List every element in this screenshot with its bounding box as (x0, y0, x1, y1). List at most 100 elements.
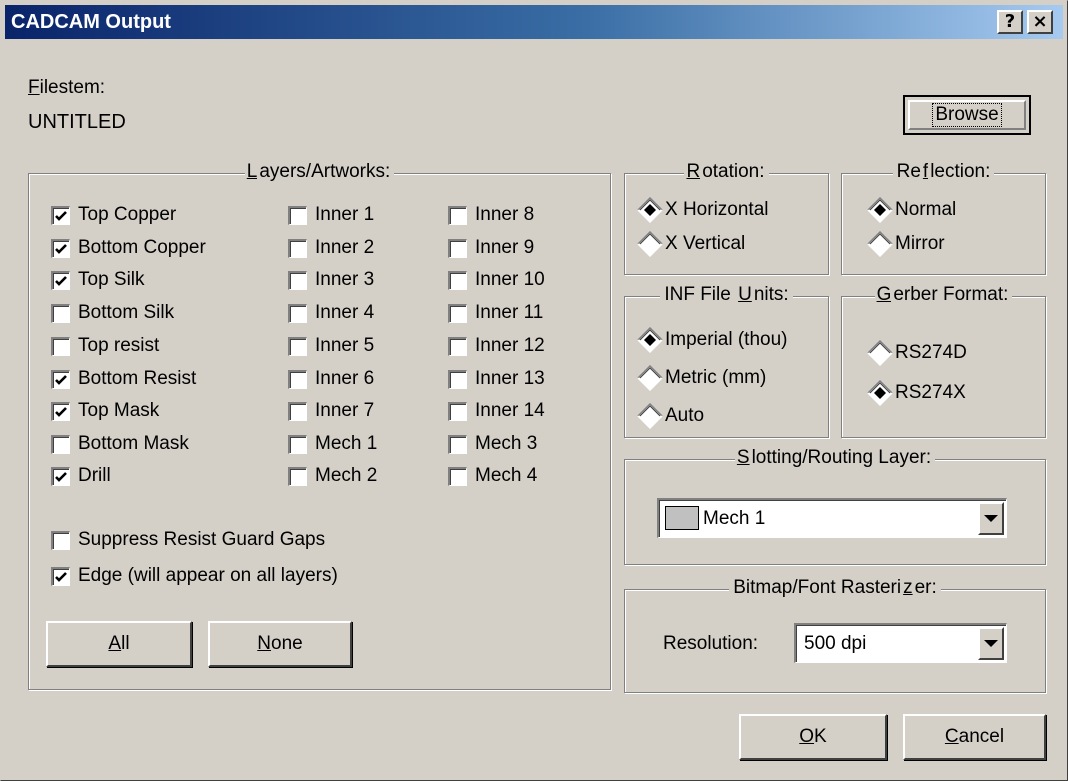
checkbox-box[interactable] (288, 303, 307, 323)
layer-checkbox-inner-8[interactable]: Inner 8 (448, 204, 534, 226)
layer-checkbox-inner-11[interactable]: Inner 11 (448, 302, 543, 324)
close-button[interactable]: × (1027, 10, 1053, 34)
checkbox-box[interactable] (288, 369, 307, 389)
checkbox-box[interactable] (51, 401, 70, 421)
checkbox-box[interactable] (448, 270, 467, 290)
checkbox-box[interactable] (288, 205, 307, 225)
layer-checkbox-inner-1[interactable]: Inner 1 (288, 204, 374, 226)
layer-checkbox-inner-13[interactable]: Inner 13 (448, 368, 545, 390)
checkbox-box[interactable] (448, 238, 467, 258)
radio-diamond-icon[interactable] (867, 197, 893, 223)
layer-checkbox-bottom-copper[interactable]: Bottom Copper (51, 237, 206, 259)
inf-file-units-group-title: INF File Units: (625, 284, 828, 306)
suppress-resist-guard-gaps-checkbox[interactable]: Suppress Resist Guard Gaps (51, 529, 325, 551)
ok-button[interactable]: OK (739, 714, 887, 760)
radio-diamond-icon[interactable] (637, 327, 663, 353)
checkbox-box[interactable] (448, 369, 467, 389)
layer-checkbox-inner-6[interactable]: Inner 6 (288, 368, 374, 390)
cancel-button[interactable]: Cancel (903, 714, 1046, 760)
checkbox-box[interactable] (51, 369, 70, 389)
radio-label: RS274D (895, 342, 967, 363)
rotation-radio-x-horizontal[interactable]: X Horizontal (637, 197, 769, 223)
layer-checkbox-bottom-mask[interactable]: Bottom Mask (51, 433, 189, 455)
checkbox-box[interactable] (51, 238, 70, 258)
checkbox-box[interactable] (51, 205, 70, 225)
checkbox-box[interactable] (448, 434, 467, 454)
checkbox-box[interactable] (288, 270, 307, 290)
checkbox-box[interactable] (51, 303, 70, 323)
layer-checkbox-mech-4[interactable]: Mech 4 (448, 465, 537, 487)
all-button[interactable]: All (46, 621, 192, 667)
layer-checkbox-drill[interactable]: Drill (51, 465, 111, 487)
layer-checkbox-inner-3[interactable]: Inner 3 (288, 269, 374, 291)
gerber-radio-rs274d[interactable]: RS274D (867, 340, 967, 366)
slotting-routing-group-title: Slotting/Routing Layer: (625, 447, 1045, 469)
checkbox-box[interactable] (448, 401, 467, 421)
resolution-select[interactable]: 500 dpi (794, 623, 1007, 663)
checkbox-box[interactable] (51, 270, 70, 290)
layer-checkbox-inner-4[interactable]: Inner 4 (288, 302, 374, 324)
radio-diamond-icon[interactable] (637, 365, 663, 391)
help-button[interactable]: ? (997, 10, 1023, 34)
radio-diamond-icon[interactable] (637, 197, 663, 223)
radio-diamond-icon[interactable] (637, 231, 663, 257)
radio-label: Imperial (thou) (665, 329, 788, 350)
browse-button[interactable]: Browse (903, 95, 1031, 135)
checkbox-box[interactable] (288, 336, 307, 356)
gerber-radio-rs274x[interactable]: RS274X (867, 380, 966, 406)
layer-checkbox-bottom-resist[interactable]: Bottom Resist (51, 368, 196, 390)
checkbox-box[interactable] (448, 303, 467, 323)
layer-checkbox-top-silk[interactable]: Top Silk (51, 269, 145, 291)
layer-checkbox-inner-9[interactable]: Inner 9 (448, 237, 534, 259)
slotting-layer-select[interactable]: Mech 1 (657, 498, 1007, 538)
layer-checkbox-top-mask[interactable]: Top Mask (51, 400, 159, 422)
inf-units-radio-imperial-thou[interactable]: Imperial (thou) (637, 327, 788, 353)
checkbox-label: Inner 9 (475, 237, 535, 258)
checkbox-box[interactable] (51, 336, 70, 356)
chevron-down-icon[interactable] (978, 502, 1004, 535)
layer-checkbox-inner-7[interactable]: Inner 7 (288, 400, 374, 422)
checkbox-box[interactable] (448, 336, 467, 356)
layer-checkbox-inner-5[interactable]: Inner 5 (288, 335, 374, 357)
checkbox-label: Inner 7 (315, 400, 375, 421)
checkbox-box[interactable] (288, 238, 307, 258)
ok-label: OK (799, 726, 827, 747)
radio-diamond-icon[interactable] (867, 231, 893, 257)
radio-diamond-icon[interactable] (637, 403, 663, 429)
layer-checkbox-inner-2[interactable]: Inner 2 (288, 237, 374, 259)
checkbox-box[interactable] (51, 566, 70, 586)
layer-checkbox-inner-12[interactable]: Inner 12 (448, 335, 545, 357)
layer-checkbox-inner-14[interactable]: Inner 14 (448, 400, 545, 422)
checkbox-box[interactable] (51, 466, 70, 486)
layer-checkbox-top-copper[interactable]: Top Copper (51, 204, 176, 226)
layer-checkbox-bottom-silk[interactable]: Bottom Silk (51, 302, 174, 324)
checkbox-label: Suppress Resist Guard Gaps (78, 529, 326, 550)
edge-checkbox[interactable]: Edge (will appear on all layers) (51, 565, 338, 587)
layer-checkbox-mech-1[interactable]: Mech 1 (288, 433, 377, 455)
checkbox-box[interactable] (51, 530, 70, 550)
bitmap-font-rasterizer-group-title: Bitmap/Font Rasteri z er: (625, 577, 1045, 599)
layer-checkbox-top-resist[interactable]: Top resist (51, 335, 159, 357)
radio-label: Mirror (895, 233, 945, 254)
title-bar[interactable]: CADCAM Output ? × (5, 5, 1063, 39)
none-button[interactable]: None (208, 621, 352, 667)
rotation-radio-x-vertical[interactable]: X Vertical (637, 231, 745, 257)
checkbox-box[interactable] (288, 401, 307, 421)
reflection-radio-mirror[interactable]: Mirror (867, 231, 945, 257)
layer-checkbox-mech-3[interactable]: Mech 3 (448, 433, 537, 455)
checkbox-label: Top Copper (78, 204, 177, 225)
layer-checkbox-mech-2[interactable]: Mech 2 (288, 465, 377, 487)
inf-units-radio-metric-mm[interactable]: Metric (mm) (637, 365, 766, 391)
checkbox-box[interactable] (288, 466, 307, 486)
chevron-down-icon[interactable] (978, 627, 1004, 660)
reflection-radio-normal[interactable]: Normal (867, 197, 956, 223)
checkbox-box[interactable] (448, 466, 467, 486)
checkbox-box[interactable] (448, 205, 467, 225)
checkbox-box[interactable] (288, 434, 307, 454)
checkbox-label: Inner 1 (315, 204, 375, 225)
radio-diamond-icon[interactable] (867, 380, 893, 406)
inf-units-radio-auto[interactable]: Auto (637, 403, 704, 429)
radio-diamond-icon[interactable] (867, 340, 893, 366)
checkbox-box[interactable] (51, 434, 70, 454)
layer-checkbox-inner-10[interactable]: Inner 10 (448, 269, 545, 291)
